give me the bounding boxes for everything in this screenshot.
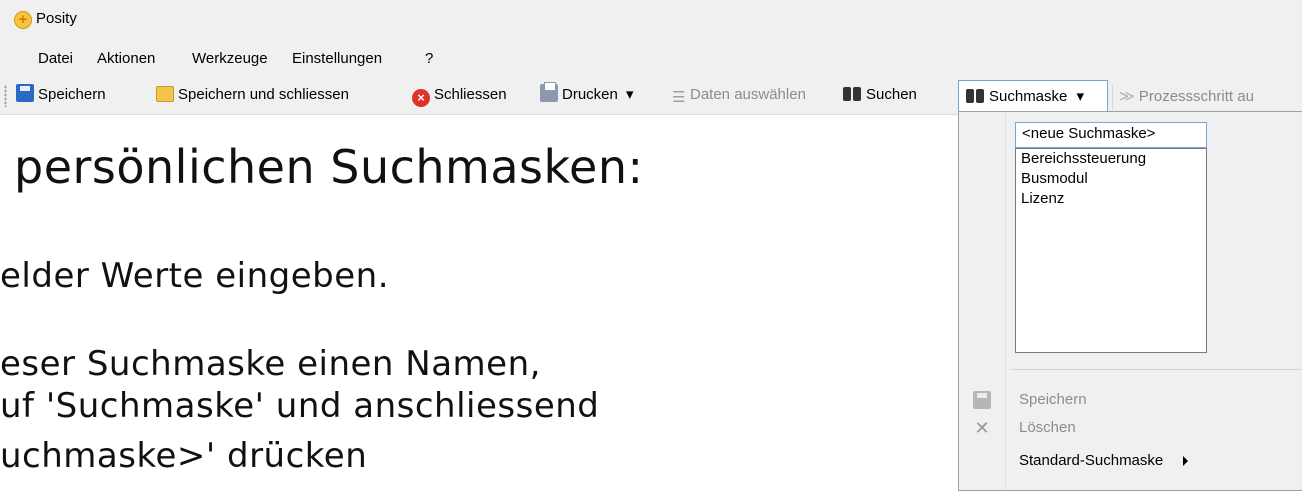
save-close-label: Speichern und schliessen <box>178 86 349 103</box>
binoculars-icon <box>842 84 862 102</box>
default-search-mask-label: Standard-Suchmaske <box>1019 452 1164 469</box>
title-bar: + Posity <box>0 0 1302 40</box>
slide-line-1: elder Werte eingeben. <box>0 256 389 296</box>
search-mask-label: Suchmaske <box>989 88 1068 105</box>
close-circle-icon: × <box>412 89 430 107</box>
list-lines-icon: ☰ <box>672 89 686 106</box>
floppy-disk-icon <box>16 84 34 102</box>
process-step-label: Prozessschritt au <box>1138 88 1254 105</box>
search-label: Suchen <box>866 86 917 103</box>
menu-aktionen[interactable]: Aktionen <box>97 50 155 67</box>
print-button[interactable]: Drucken ▾ <box>540 82 634 106</box>
folder-icon <box>156 86 174 102</box>
plus-circle-icon: + <box>14 11 32 29</box>
menu-werkzeuge[interactable]: Werkzeuge <box>192 50 268 67</box>
search-button[interactable]: Suchen <box>842 84 917 106</box>
submenu-arrow-icon <box>1183 456 1188 466</box>
slide-heading: persönlichen Suchmasken: <box>14 140 644 194</box>
search-mask-menu: <neue Suchmaske> Bereichssteuerung Busmo… <box>958 111 1302 491</box>
process-step-button[interactable]: ≫ Prozessschritt au <box>1112 84 1254 110</box>
print-label: Drucken <box>562 86 618 103</box>
menu-item-default-search-mask[interactable]: Standard-Suchmaske <box>1019 450 1163 472</box>
printer-icon <box>540 82 558 102</box>
search-mask-name-input[interactable]: <neue Suchmaske> <box>1015 122 1207 148</box>
window-title: Posity <box>36 10 77 27</box>
select-data-label: Daten auswählen <box>690 86 806 103</box>
floppy-disk-icon <box>973 391 991 409</box>
close-label: Schliessen <box>434 86 507 103</box>
menu-icon-column-separator <box>1005 112 1006 490</box>
search-mask-list[interactable]: Bereichssteuerung Busmodul Lizenz <box>1015 148 1207 353</box>
menu-einstellungen[interactable]: Einstellungen <box>292 50 382 67</box>
toolbar-grip[interactable] <box>4 85 7 107</box>
save-button[interactable]: Speichern <box>16 84 106 106</box>
menu-item-save[interactable]: Speichern <box>1019 389 1087 411</box>
slide-line-3: uf 'Suchmaske' und anschliessend <box>0 386 600 426</box>
close-button[interactable]: × Schliessen <box>412 84 507 107</box>
search-mask-dropdown-button[interactable]: Suchmaske ▾ <box>958 80 1108 112</box>
slide-line-4: uchmaske>' drücken <box>0 436 368 476</box>
slide-line-2: eser Suchmaske einen Namen, <box>0 344 541 384</box>
search-mask-dropdown-arrow: ▾ <box>1076 87 1084 105</box>
list-item[interactable]: Busmodul <box>1016 169 1206 189</box>
menu-datei[interactable]: Datei <box>38 50 73 67</box>
select-data-button[interactable]: ☰ Daten auswählen <box>672 84 806 106</box>
list-item[interactable]: Bereichssteuerung <box>1016 149 1206 169</box>
save-label: Speichern <box>38 86 106 103</box>
save-and-close-button[interactable]: Speichern und schliessen <box>156 84 349 106</box>
menu-separator <box>1011 369 1301 370</box>
menu-help[interactable]: ? <box>425 50 433 67</box>
delete-icon: ✕ <box>974 418 990 438</box>
list-item[interactable]: Lizenz <box>1016 189 1206 209</box>
menu-item-delete[interactable]: Löschen <box>1019 417 1076 439</box>
print-dropdown-arrow[interactable]: ▾ <box>626 86 634 103</box>
double-chevron-right-icon: ≫ <box>1119 88 1135 105</box>
menu-bar: Datei Aktionen Werkzeuge Einstellungen ? <box>0 40 1302 76</box>
binoculars-icon <box>965 86 985 104</box>
